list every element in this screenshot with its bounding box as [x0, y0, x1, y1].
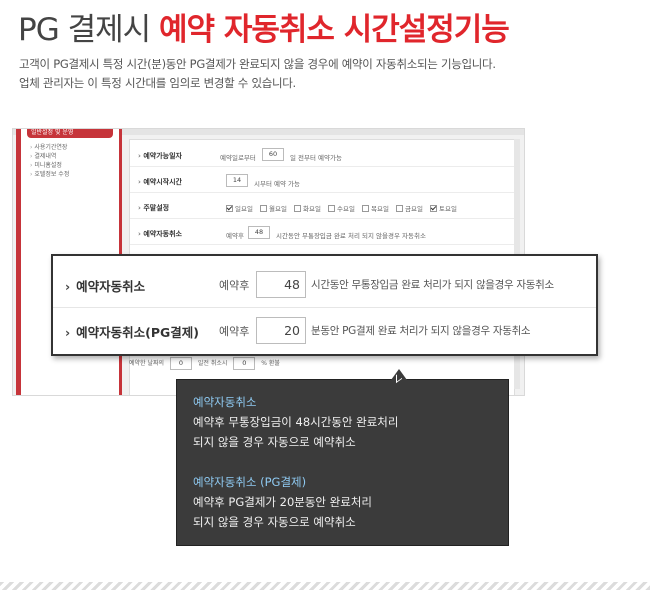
mock-refund-input[interactable]: 0	[169, 357, 192, 370]
zoom-row-pg-auto-cancel: ›예약자동취소(PG결제) 예약후 분동안 PG결제 완료 처리가 되지 않을경…	[53, 307, 596, 351]
zoom-row-label: › 예약자동취소(PG결제)	[65, 325, 200, 340]
weekday-checkbox[interactable]: 토요일	[430, 203, 457, 213]
mock-row-input[interactable]: 60	[262, 148, 284, 161]
zoom-row-pre: 예약후	[219, 279, 250, 292]
mock-row-weekend: 주말설정 일요일 월요일 화요일 수요일 목요일 금요일 토요일	[130, 194, 514, 219]
mock-row-available-date: 예약가능일자 예약일로부터 60 일 전부터 예약가능	[130, 142, 514, 167]
mock-row-input[interactable]: 14	[226, 174, 248, 187]
zoom-callout: ›예약자동취소 예약후 시간동안 무통장입금 완료 처리가 되지 않을경우 자동…	[51, 254, 598, 356]
footer-divider	[0, 582, 650, 590]
description-line-2: 업체 관리자는 이 특정 시간대를 임의로 변경할 수 있습니다.	[19, 76, 296, 90]
zoom-row-post: 시간동안 무통장입금 완료 처리가 되지 않을경우 자동취소	[311, 279, 554, 291]
mock-menu-item[interactable]: 결제내역	[30, 152, 119, 161]
tooltip-line: 예약후 PG결제가 20분동안 완료처리	[193, 495, 372, 509]
weekday-checkbox[interactable]: 화요일	[294, 203, 321, 213]
explanation-tooltip: 예약자동취소 예약후 무통장입금이 48시간동안 완료처리 되지 않을 경우 자…	[176, 369, 509, 546]
description: 고객이 PG결제시 특정 시간(분)동안 PG결제가 완료되지 않을 경우에 예…	[19, 55, 496, 93]
mock-row-label: 예약자동취소	[138, 229, 182, 239]
mock-refund-post: % 환불	[261, 360, 280, 367]
description-line-1: 고객이 PG결제시 특정 시간(분)동안 PG결제가 완료되지 않을 경우에 예…	[19, 57, 496, 71]
tooltip-heading: 예약자동취소 (PG결제)	[193, 475, 307, 489]
mock-row-label: 예약시작시간	[138, 177, 182, 187]
weekday-checkbox[interactable]: 일요일	[226, 203, 253, 213]
chevron-right-icon: ›	[65, 279, 71, 294]
mock-row-pre: 예약일로부터	[220, 154, 256, 162]
weekday-checkbox[interactable]: 수요일	[328, 203, 355, 213]
mock-row-pre: 예약후	[226, 232, 244, 240]
pg-auto-cancel-minutes-input[interactable]	[256, 317, 306, 344]
zoom-row-auto-cancel: ›예약자동취소 예약후 시간동안 무통장입금 완료 처리가 되지 않을경우 자동…	[53, 262, 596, 306]
mock-refund-pre: 예약한 날짜의	[129, 360, 165, 367]
mock-sidebar-head: 일반설정 및 운영	[27, 129, 113, 138]
zoom-row-pre: 예약후	[219, 325, 250, 338]
weekday-checkbox[interactable]: 금요일	[396, 203, 423, 213]
mock-refund-row: 예약한 날짜의 0 일전 취소시 0 % 환불	[129, 357, 389, 370]
zoom-row-label: › 예약자동취소	[65, 279, 146, 294]
mock-menu-item[interactable]: 미니홈설정	[30, 161, 119, 170]
mock-menu-item[interactable]: 사용기간연장	[30, 143, 119, 152]
chevron-right-icon: ›	[65, 325, 71, 340]
mock-row-start-time: 예약시작시간 14 시부터 예약 가능	[130, 168, 514, 193]
title-plain: PG 결제시	[18, 12, 151, 48]
weekday-checkbox[interactable]: 월요일	[260, 203, 287, 213]
tooltip-line: 되지 않을 경우 자동으로 예약취소	[193, 515, 356, 529]
mock-row-label: 예약가능일자	[138, 151, 182, 161]
mock-row-post: 시부터 예약 가능	[254, 180, 300, 188]
title-highlight: 예약 자동취소 시간설정기능	[159, 12, 510, 48]
weekday-checkbox[interactable]: 목요일	[362, 203, 389, 213]
tooltip-line: 예약후 무통장입금이 48시간동안 완료처리	[193, 415, 399, 429]
auto-cancel-hours-input[interactable]	[256, 271, 306, 298]
mock-row-post: 시간동안 무통장입금 완료 처리 되지 않을경우 자동취소	[276, 232, 426, 240]
mock-row-auto-cancel: 예약자동취소 예약후 48 시간동안 무통장입금 완료 처리 되지 않을경우 자…	[130, 220, 514, 245]
mock-row-label: 주말설정	[138, 203, 169, 213]
tooltip-line: 되지 않을 경우 자동으로 예약취소	[193, 435, 356, 449]
tooltip-heading: 예약자동취소	[193, 395, 257, 409]
page-title: PG 결제시 예약 자동취소 시간설정기능	[18, 4, 510, 49]
mock-refund-mid: 일전 취소시	[197, 360, 228, 367]
mock-refund-input[interactable]: 0	[233, 357, 256, 370]
mock-row-input[interactable]: 48	[248, 226, 270, 239]
mock-menu: 사용기간연장 결제내역 미니홈설정 호텔정보 수정	[21, 138, 119, 179]
zoom-row-post: 분동안 PG결제 완료 처리가 되지 않을경우 자동취소	[311, 325, 531, 337]
mock-row-post: 일 전부터 예약가능	[290, 154, 342, 162]
mock-menu-item[interactable]: 호텔정보 수정	[30, 170, 119, 179]
